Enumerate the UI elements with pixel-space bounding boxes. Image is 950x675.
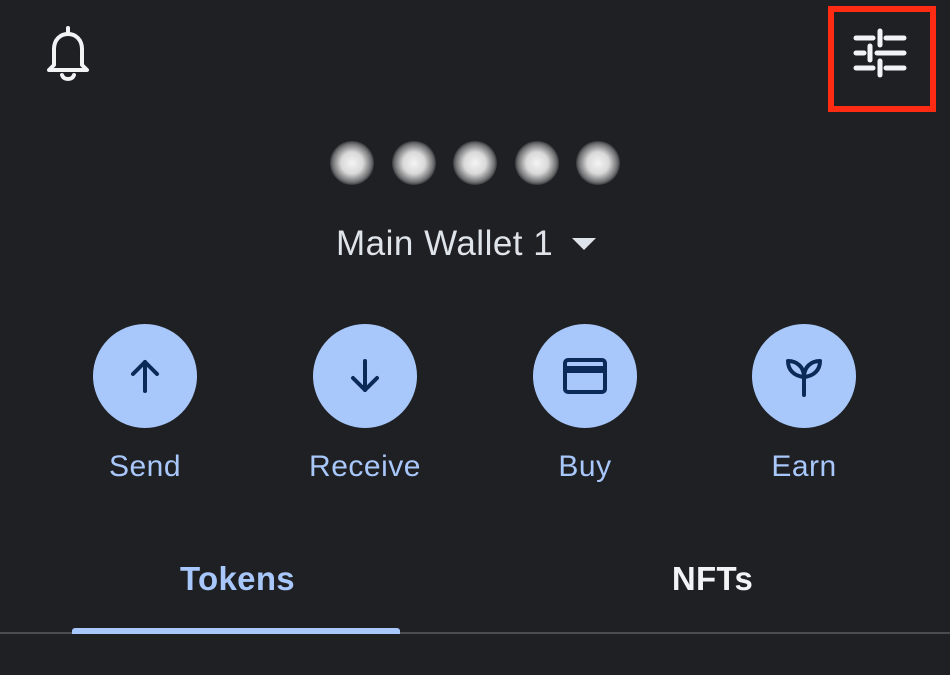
- balance-mask-dot: [514, 141, 559, 185]
- tab-selected-indicator: [72, 628, 400, 634]
- receive-button[interactable]: Receive: [285, 324, 445, 484]
- arrow-up-icon: [131, 360, 159, 393]
- tab-nfts-label: NFTs: [671, 560, 754, 597]
- send-button[interactable]: Send: [65, 324, 225, 484]
- wallet-selector[interactable]: Main Wallet 1: [336, 220, 597, 268]
- caret-down-icon: [572, 238, 597, 250]
- notifications-button[interactable]: [38, 22, 98, 84]
- tab-tokens[interactable]: Tokens: [0, 548, 475, 634]
- sprout-icon: [786, 359, 822, 397]
- hidden-balance[interactable]: [330, 138, 620, 188]
- balance-mask-dot: [576, 141, 620, 185]
- asset-tabs: Tokens NFTs: [0, 548, 950, 634]
- buy-label: Buy: [558, 450, 612, 483]
- send-circle: [93, 324, 197, 428]
- earn-circle: [752, 324, 856, 428]
- balance-mask-dot: [453, 141, 497, 185]
- bell-icon: [47, 26, 89, 81]
- tab-nfts[interactable]: NFTs: [475, 548, 950, 634]
- balance-mask-dot: [391, 141, 436, 185]
- receive-circle: [313, 324, 417, 428]
- send-label: Send: [108, 450, 182, 483]
- buy-button[interactable]: Buy: [505, 324, 665, 484]
- quick-actions: Send Receive Buy Earn: [0, 324, 950, 494]
- earn-button[interactable]: Earn: [724, 324, 884, 484]
- wallet-name: Main Wallet 1: [336, 224, 554, 263]
- tab-tokens-label: Tokens: [180, 560, 295, 597]
- wallet-home-screen: Main Wallet 1 Send Receive Buy Earn Toke…: [0, 0, 950, 675]
- balance-mask-dot: [330, 141, 374, 185]
- settings-button[interactable]: [852, 26, 908, 80]
- arrow-down-icon: [351, 359, 379, 392]
- tune-sliders-icon: [853, 28, 907, 78]
- earn-label: Earn: [771, 450, 837, 483]
- credit-card-icon: [563, 358, 607, 394]
- receive-label: Receive: [309, 450, 421, 483]
- buy-circle: [533, 324, 637, 428]
